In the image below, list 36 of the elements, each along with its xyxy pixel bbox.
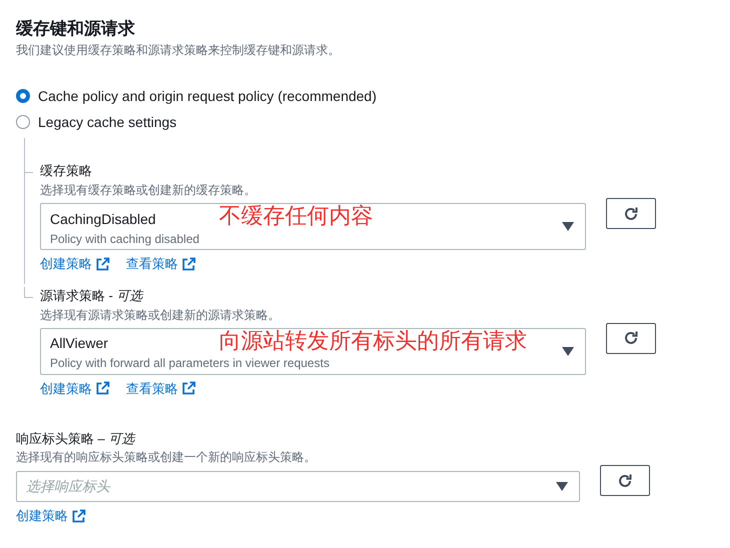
refresh-button[interactable]	[600, 465, 650, 496]
field-label: 缓存策略	[40, 162, 93, 180]
refresh-icon	[617, 472, 633, 488]
section-title: 缓存键和源请求	[16, 18, 136, 40]
radio-button[interactable]	[16, 89, 30, 103]
refresh-icon	[623, 330, 639, 346]
external-link-icon	[72, 508, 86, 523]
radio-label[interactable]: Legacy cache settings	[38, 113, 177, 131]
caret-icon	[556, 482, 568, 491]
annotation-text: 不缓存任何内容	[219, 204, 373, 228]
caret-icon	[562, 222, 574, 231]
external-link-icon	[96, 256, 110, 271]
field-description: 选择现有源请求策略或创建新的源请求策略。	[40, 306, 281, 322]
external-link-icon	[182, 256, 196, 271]
refresh-icon	[623, 206, 639, 222]
policy-link[interactable]: 查看策略	[126, 378, 196, 398]
radio-label[interactable]: Cache policy and origin request policy (recommended)	[38, 87, 377, 105]
field-label: 源请求策略 - 可选	[40, 286, 144, 304]
field-label: 响应标头策略 – 可选	[16, 430, 136, 448]
policy-link[interactable]: 创建策略	[40, 254, 110, 274]
policy-link[interactable]: 查看策略	[126, 254, 196, 274]
external-link-icon	[182, 381, 196, 396]
radio-button[interactable]	[16, 115, 30, 129]
policy-link[interactable]: 创建策略	[16, 506, 86, 526]
external-link-icon	[96, 381, 110, 396]
refresh-button[interactable]	[606, 322, 656, 354]
field-description: 选择现有缓存策略或创建新的缓存策略。	[40, 182, 257, 198]
policy-link[interactable]: 创建策略	[40, 378, 110, 398]
refresh-button[interactable]	[606, 198, 656, 229]
response-headers-select[interactable]: 选择响应标头	[16, 471, 580, 502]
annotation-text: 向源站转发所有标头的所有请求	[219, 328, 527, 352]
field-description: 选择现有的响应标头策略或创建一个新的响应标头策略。	[16, 449, 317, 465]
caret-icon	[562, 346, 574, 356]
policy-select[interactable]: AllViewer 向源站转发所有标头的所有请求 Policy with forward all parameters in viewer requests	[40, 328, 586, 374]
policy-select[interactable]: CachingDisabled 不缓存任何内容 Policy with caching disabled	[40, 203, 586, 250]
section-description: 我们建议使用缓存策略和源请求策略来控制缓存键和源请求。	[16, 42, 341, 59]
